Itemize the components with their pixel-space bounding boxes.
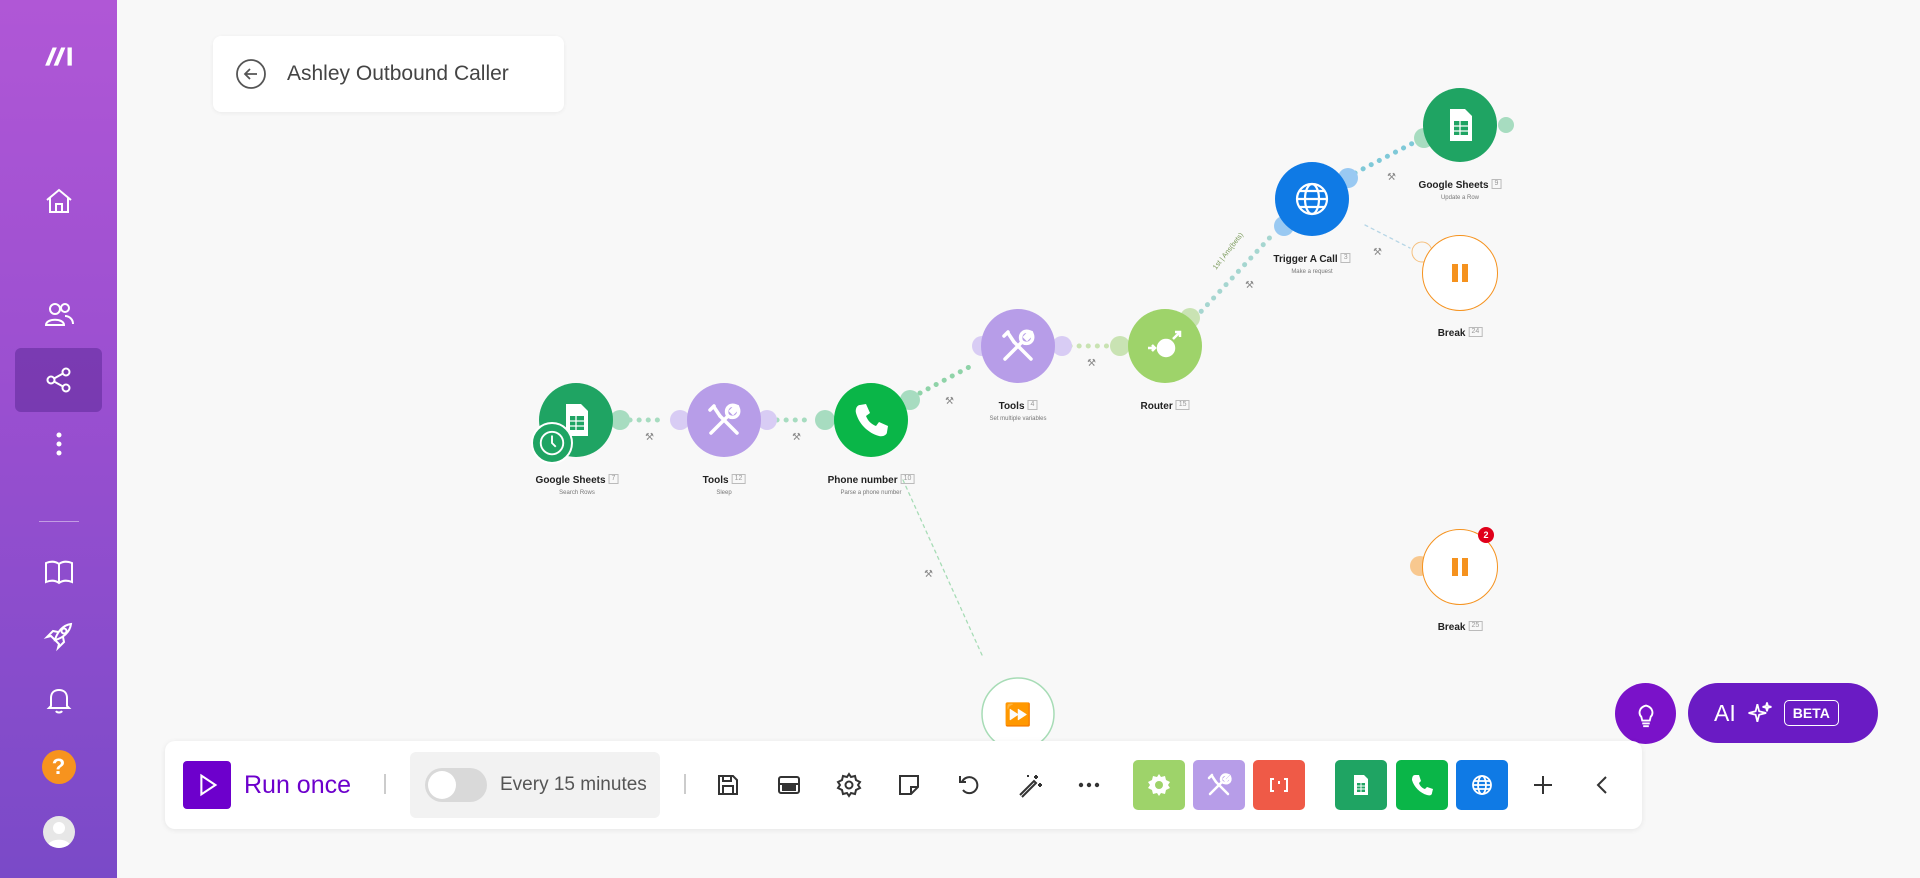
module-google-sheets-update[interactable] [1423, 88, 1497, 162]
google-sheets-icon [1450, 109, 1472, 141]
filter-icon[interactable]: ⚒ [645, 432, 654, 443]
tools-icon [1002, 329, 1035, 361]
notes-icon[interactable] [891, 767, 927, 803]
hints-button[interactable] [1615, 683, 1676, 744]
home-icon[interactable] [15, 169, 102, 233]
brackets-icon [1270, 778, 1288, 792]
tools-icon [1207, 773, 1232, 796]
route-filter-label[interactable]: 1st | Ans(bets) [1212, 232, 1245, 271]
help-button[interactable]: ? [15, 735, 102, 799]
beta-badge: BETA [1783, 700, 1839, 726]
filter-icon[interactable]: ⚒ [924, 569, 933, 580]
module-handles [610, 117, 1514, 576]
globe-icon [1295, 182, 1329, 216]
back-arrow-icon[interactable] [235, 58, 267, 90]
bottom-toolbar: Run once Every 15 minutes [165, 741, 1642, 829]
add-module-icon[interactable] [1525, 767, 1561, 803]
bell-icon[interactable] [15, 668, 102, 732]
run-once-button[interactable]: Run once [183, 761, 351, 809]
sparkles-icon [1748, 702, 1772, 722]
book-icon[interactable] [15, 540, 102, 604]
google-sheets-favorite[interactable] [1335, 760, 1387, 810]
module-label: Tools 12 Sleep [703, 470, 746, 496]
filter-icon[interactable]: ⚒ [1087, 358, 1096, 369]
phone-number-favorite[interactable] [1396, 760, 1448, 810]
help-icon: ? [41, 750, 76, 784]
text-parser-button[interactable] [1253, 760, 1305, 810]
module-tools-set-variables[interactable] [981, 309, 1055, 383]
more-icon[interactable] [1071, 767, 1107, 803]
filter-icon[interactable]: ⚒ [1387, 172, 1396, 183]
share-icon[interactable] [15, 348, 102, 412]
filter-icon[interactable]: ⚒ [945, 396, 954, 407]
router-icon [1148, 330, 1182, 358]
module-label: Google Sheets 9 Update a Row [1419, 175, 1502, 201]
module-phone-number[interactable] [834, 383, 908, 457]
undo-icon[interactable] [951, 767, 987, 803]
module-label: Google Sheets 7 Search Rows [536, 470, 619, 496]
lightbulb-icon [1638, 704, 1653, 727]
explain-flow-icon[interactable] [771, 767, 807, 803]
run-once-label: Run once [244, 770, 352, 799]
schedule-toggle[interactable] [425, 768, 487, 802]
schedule-label[interactable]: Every 15 minutes [500, 774, 647, 796]
module-tools-sleep[interactable] [687, 383, 761, 457]
flow-control-button[interactable] [1133, 760, 1185, 810]
ai-assistant-button[interactable]: AI BETA [1688, 683, 1878, 743]
pause-icon [1452, 264, 1468, 282]
phone-icon [855, 404, 888, 437]
fast-forward-icon: ⏩ [1004, 702, 1031, 728]
make-logo-icon[interactable] [15, 24, 102, 88]
more-icon[interactable] [15, 412, 102, 476]
error-count-badge[interactable]: 2 [1478, 527, 1494, 543]
google-sheets-icon [1354, 775, 1368, 795]
magic-wand-icon[interactable] [1012, 767, 1048, 803]
team-icon[interactable] [15, 282, 102, 346]
connector [1364, 224, 1411, 249]
module-break[interactable] [1422, 235, 1498, 311]
phone-icon [1412, 775, 1433, 796]
module-label: Router 15 [1140, 396, 1190, 414]
toolbar-separator [384, 774, 386, 794]
schedule-clock-icon[interactable] [531, 422, 573, 464]
avatar[interactable] [15, 800, 102, 864]
scenario-title-card: Ashley Outbound Caller [213, 36, 564, 112]
module-label: Break 24 [1438, 323, 1483, 341]
filter-icon[interactable]: ⚒ [1373, 247, 1382, 258]
module-label: Phone number 10 Parse a phone number [828, 470, 915, 496]
module-label: Tools 4 Set multiple variables [989, 399, 1047, 422]
settings-icon[interactable] [831, 767, 867, 803]
gear-icon [1148, 774, 1170, 796]
connector [917, 362, 976, 396]
scenario-title[interactable]: Ashley Outbound Caller [287, 62, 509, 86]
module-label: Break 25 [1438, 617, 1483, 635]
schedule-control[interactable]: Every 15 minutes [410, 752, 660, 818]
collapse-chevron-icon[interactable] [1585, 767, 1621, 803]
tools-icon [708, 403, 741, 435]
ai-label: AI [1714, 699, 1736, 726]
globe-icon [1472, 775, 1492, 795]
module-label: Trigger A Call 3 Make a request [1273, 249, 1351, 275]
http-favorite[interactable] [1456, 760, 1508, 810]
save-icon[interactable] [710, 767, 746, 803]
tools-button[interactable] [1193, 760, 1245, 810]
toolbar-separator [684, 774, 686, 794]
connector [1352, 139, 1418, 176]
sidebar: ? [0, 0, 117, 878]
filter-icon[interactable]: ⚒ [1245, 280, 1254, 291]
pause-icon [1452, 558, 1468, 576]
module-router[interactable] [1128, 309, 1202, 383]
module-trigger-a-call[interactable] [1275, 162, 1349, 236]
rocket-icon[interactable] [15, 604, 102, 668]
sidebar-divider [39, 521, 79, 522]
filter-icon[interactable]: ⚒ [792, 432, 801, 443]
play-icon [183, 761, 231, 809]
connector [902, 479, 983, 656]
